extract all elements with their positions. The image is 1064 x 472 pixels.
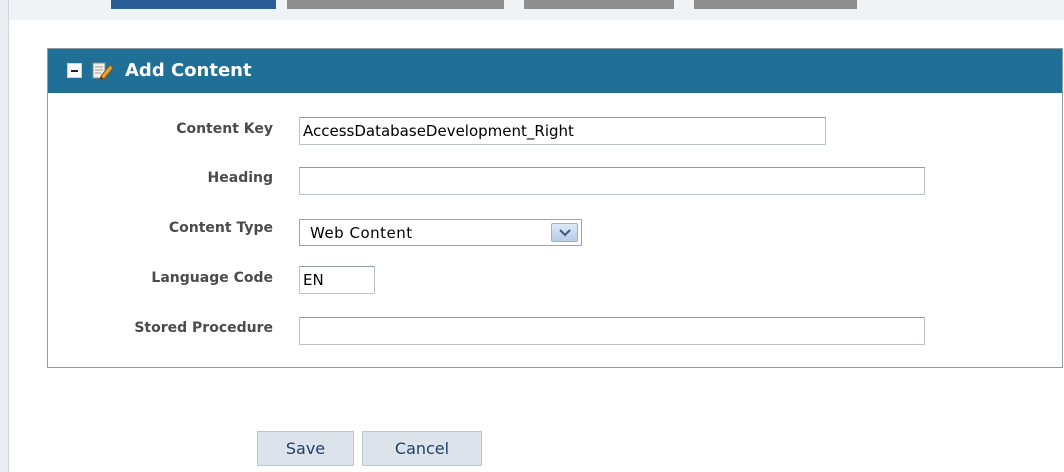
- tab-3[interactable]: [524, 0, 674, 9]
- content-type-label: Content Type: [168, 220, 273, 236]
- save-button[interactable]: Save: [257, 431, 354, 466]
- left-edge-strip: [0, 0, 9, 472]
- heading-input[interactable]: [299, 167, 925, 195]
- panel-header: Add Content: [48, 49, 1062, 93]
- chevron-down-icon[interactable]: [551, 223, 578, 242]
- heading-label: Heading: [207, 170, 273, 186]
- content-type-selected-value: Web Content: [310, 224, 413, 242]
- content-type-select[interactable]: Web Content: [299, 219, 582, 246]
- tab-active[interactable]: [111, 0, 276, 9]
- pencil-edit-icon: [92, 61, 114, 81]
- language-code-input[interactable]: [299, 266, 375, 294]
- stored-procedure-input[interactable]: [299, 317, 925, 345]
- content-key-label: Content Key: [176, 121, 273, 137]
- language-code-label: Language Code: [151, 270, 273, 286]
- minus-square-icon[interactable]: [67, 63, 82, 78]
- tab-4[interactable]: [694, 0, 857, 9]
- add-content-panel: Add Content Content Key Heading Content …: [47, 48, 1063, 368]
- cancel-button[interactable]: Cancel: [362, 431, 482, 466]
- stored-procedure-label: Stored Procedure: [134, 320, 273, 336]
- panel-title: Add Content: [125, 60, 252, 81]
- content-key-input[interactable]: [299, 117, 826, 145]
- tab-2[interactable]: [287, 0, 504, 9]
